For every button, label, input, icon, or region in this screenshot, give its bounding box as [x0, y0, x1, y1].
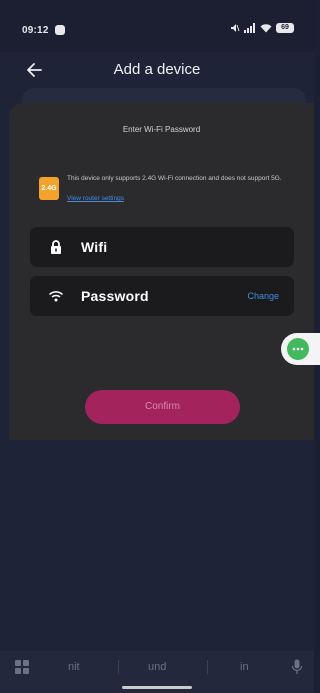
- password-field[interactable]: Password Change: [30, 276, 294, 316]
- grid-icon[interactable]: [15, 660, 29, 674]
- password-value: Password: [81, 288, 149, 304]
- view-router-settings-link[interactable]: View router settings: [67, 195, 124, 202]
- status-icons: 69: [230, 23, 294, 33]
- wifi-icon: [48, 291, 64, 302]
- change-button[interactable]: Change: [247, 291, 279, 301]
- mute-icon: [231, 24, 240, 32]
- microphone-icon[interactable]: [291, 659, 303, 675]
- suggestion-divider: [207, 660, 208, 674]
- signal-icon: [244, 23, 255, 33]
- battery-indicator: 69: [276, 23, 294, 33]
- wifi-name-value: Wifi: [81, 239, 108, 255]
- sheet-title: Enter Wi-Fi Password: [122, 125, 201, 134]
- wifi-password-sheet: Enter Wi-Fi Password 2.4G This device on…: [9, 103, 314, 440]
- header: Add a device: [0, 52, 314, 90]
- wifi-status-icon: [260, 24, 272, 33]
- confirm-button[interactable]: Confirm: [85, 390, 240, 424]
- suggestion-divider: [118, 660, 119, 674]
- keyboard-suggestion[interactable]: und: [148, 661, 166, 673]
- more-dots-icon: [287, 338, 309, 360]
- page-title: Add a device: [113, 61, 201, 78]
- home-indicator[interactable]: [122, 686, 192, 689]
- lock-icon: [51, 240, 61, 254]
- floating-assistant-button[interactable]: [281, 333, 320, 365]
- wifi-name-field[interactable]: Wifi: [30, 227, 294, 267]
- keyboard-suggestion[interactable]: nit: [68, 661, 80, 673]
- add-device-screen: 09:12 69 Add a device Enter Wi-Fi Passwo…: [0, 0, 320, 693]
- band-badge: 2.4G: [39, 177, 59, 200]
- keyboard-suggestion[interactable]: in: [240, 661, 249, 673]
- notification-icon: [55, 25, 65, 35]
- status-time: 09:12: [22, 25, 49, 36]
- band-note: This device only supports 2.4G Wi-Fi con…: [67, 175, 282, 182]
- status-bar: 09:12 69: [0, 0, 314, 52]
